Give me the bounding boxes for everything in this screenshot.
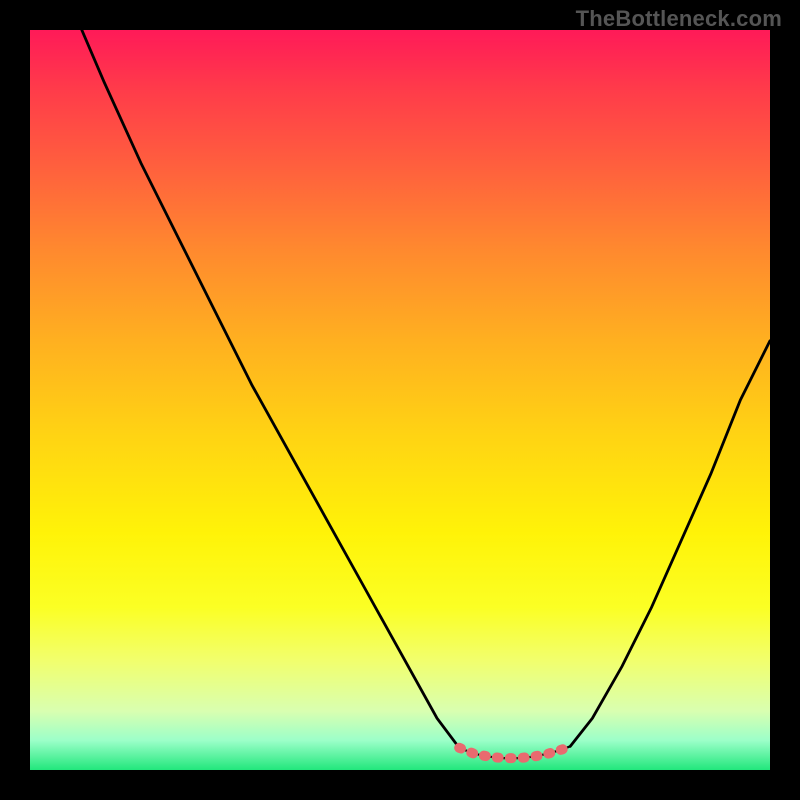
watermark-text: TheBottleneck.com bbox=[576, 6, 782, 32]
chart-svg bbox=[30, 30, 770, 770]
curve-left-branch bbox=[82, 30, 459, 748]
outer-frame: TheBottleneck.com bbox=[0, 0, 800, 800]
plot-area bbox=[30, 30, 770, 770]
bottom-dotted-marker bbox=[459, 746, 570, 758]
curve-right-branch bbox=[570, 341, 770, 747]
